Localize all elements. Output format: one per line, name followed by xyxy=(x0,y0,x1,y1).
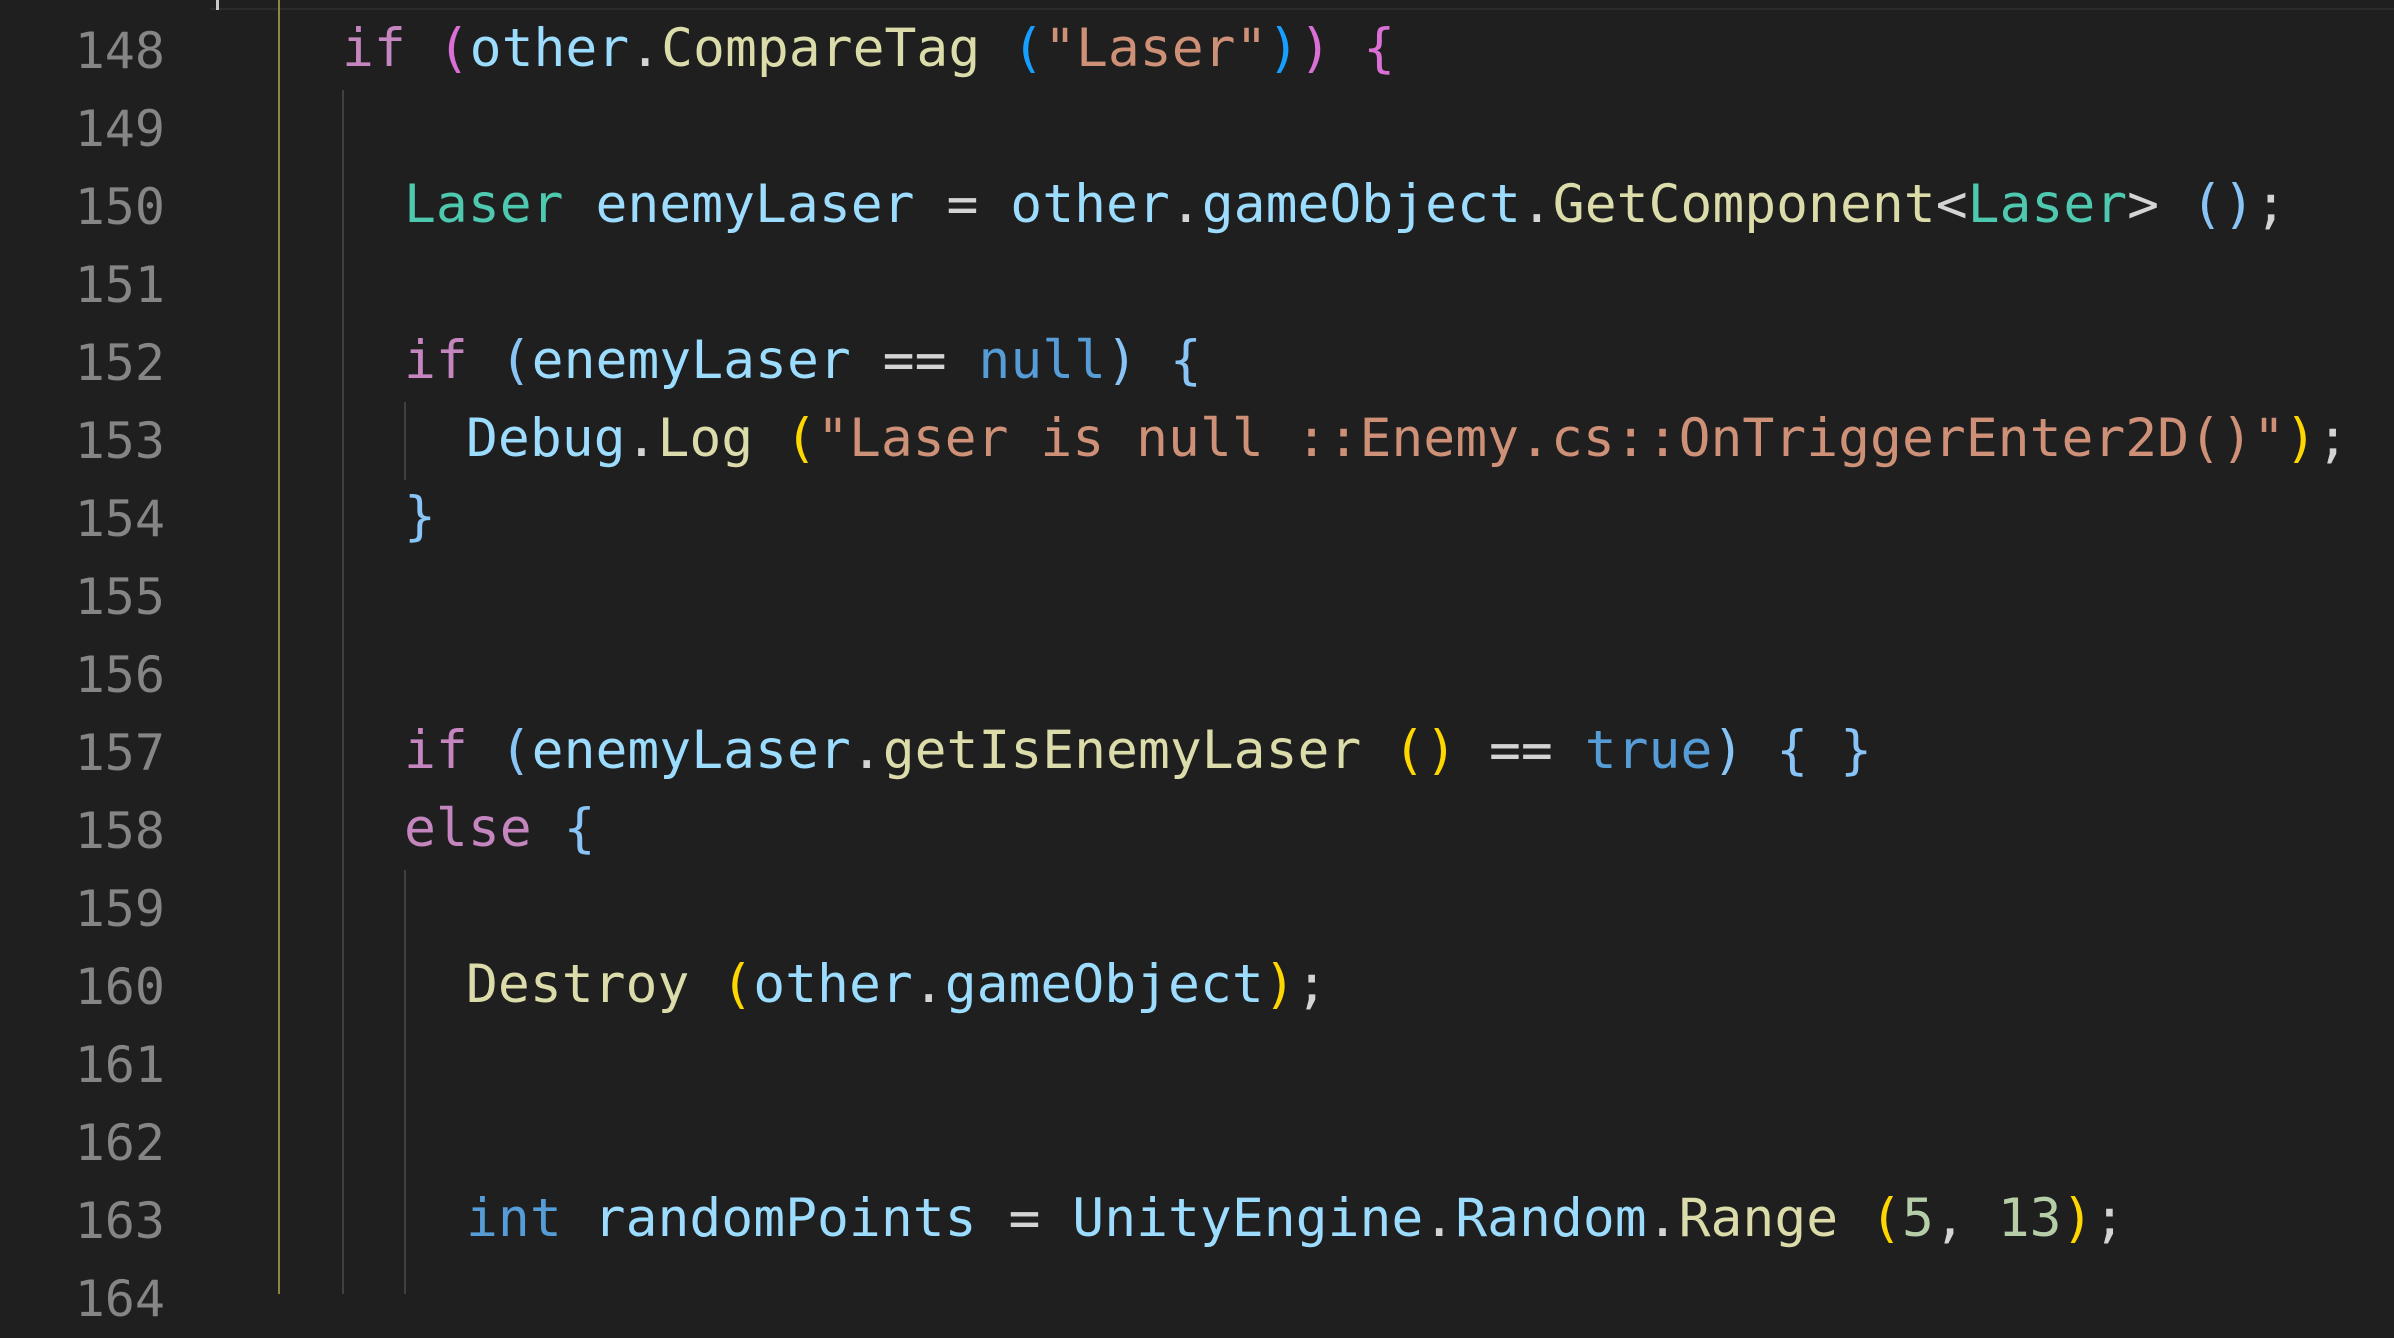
line-number: 159 xyxy=(74,880,165,938)
code-line-153: Debug.Log ("Laser is null ::Enemy.cs::On… xyxy=(466,408,2349,469)
line-number: 163 xyxy=(74,1192,165,1250)
code-line-150: Laser enemyLaser = other.gameObject.GetC… xyxy=(404,174,2287,235)
line-number: 161 xyxy=(74,1036,165,1094)
line-number: 154 xyxy=(74,490,165,548)
line-number: 156 xyxy=(74,646,165,704)
code-line-158: else { xyxy=(404,798,596,859)
line-number: 151 xyxy=(74,256,165,314)
line-number: 162 xyxy=(74,1114,165,1172)
line-number: 150 xyxy=(74,178,165,236)
code-line-154: } xyxy=(404,486,436,547)
line-number: 160 xyxy=(74,958,165,1016)
line-number: 153 xyxy=(74,412,165,470)
code-editor[interactable]: 148 149 150 151 152 153 154 155 156 157 … xyxy=(0,0,2394,1328)
code-area[interactable]: if (other.CompareTag ("Laser")) { Laser … xyxy=(210,0,2394,1294)
line-number: 152 xyxy=(74,334,165,392)
line-number: 164 xyxy=(74,1270,165,1328)
line-number-gutter: 148 149 150 151 152 153 154 155 156 157 … xyxy=(0,0,165,1328)
code-line-148: if (other.CompareTag ("Laser")) { xyxy=(342,18,1396,79)
line-number: 157 xyxy=(74,724,165,782)
code-line-157: if (enemyLaser.getIsEnemyLaser () == tru… xyxy=(404,720,1872,781)
line-number: 155 xyxy=(74,568,165,626)
code-line-163: int randomPoints = UnityEngine.Random.Ra… xyxy=(466,1188,2126,1249)
code-line-152: if (enemyLaser == null) { xyxy=(404,330,1202,391)
line-number: 148 xyxy=(74,22,165,80)
line-number: 158 xyxy=(74,802,165,860)
code-line-160: Destroy (other.gameObject); xyxy=(466,954,1328,1015)
line-number: 149 xyxy=(74,100,165,158)
